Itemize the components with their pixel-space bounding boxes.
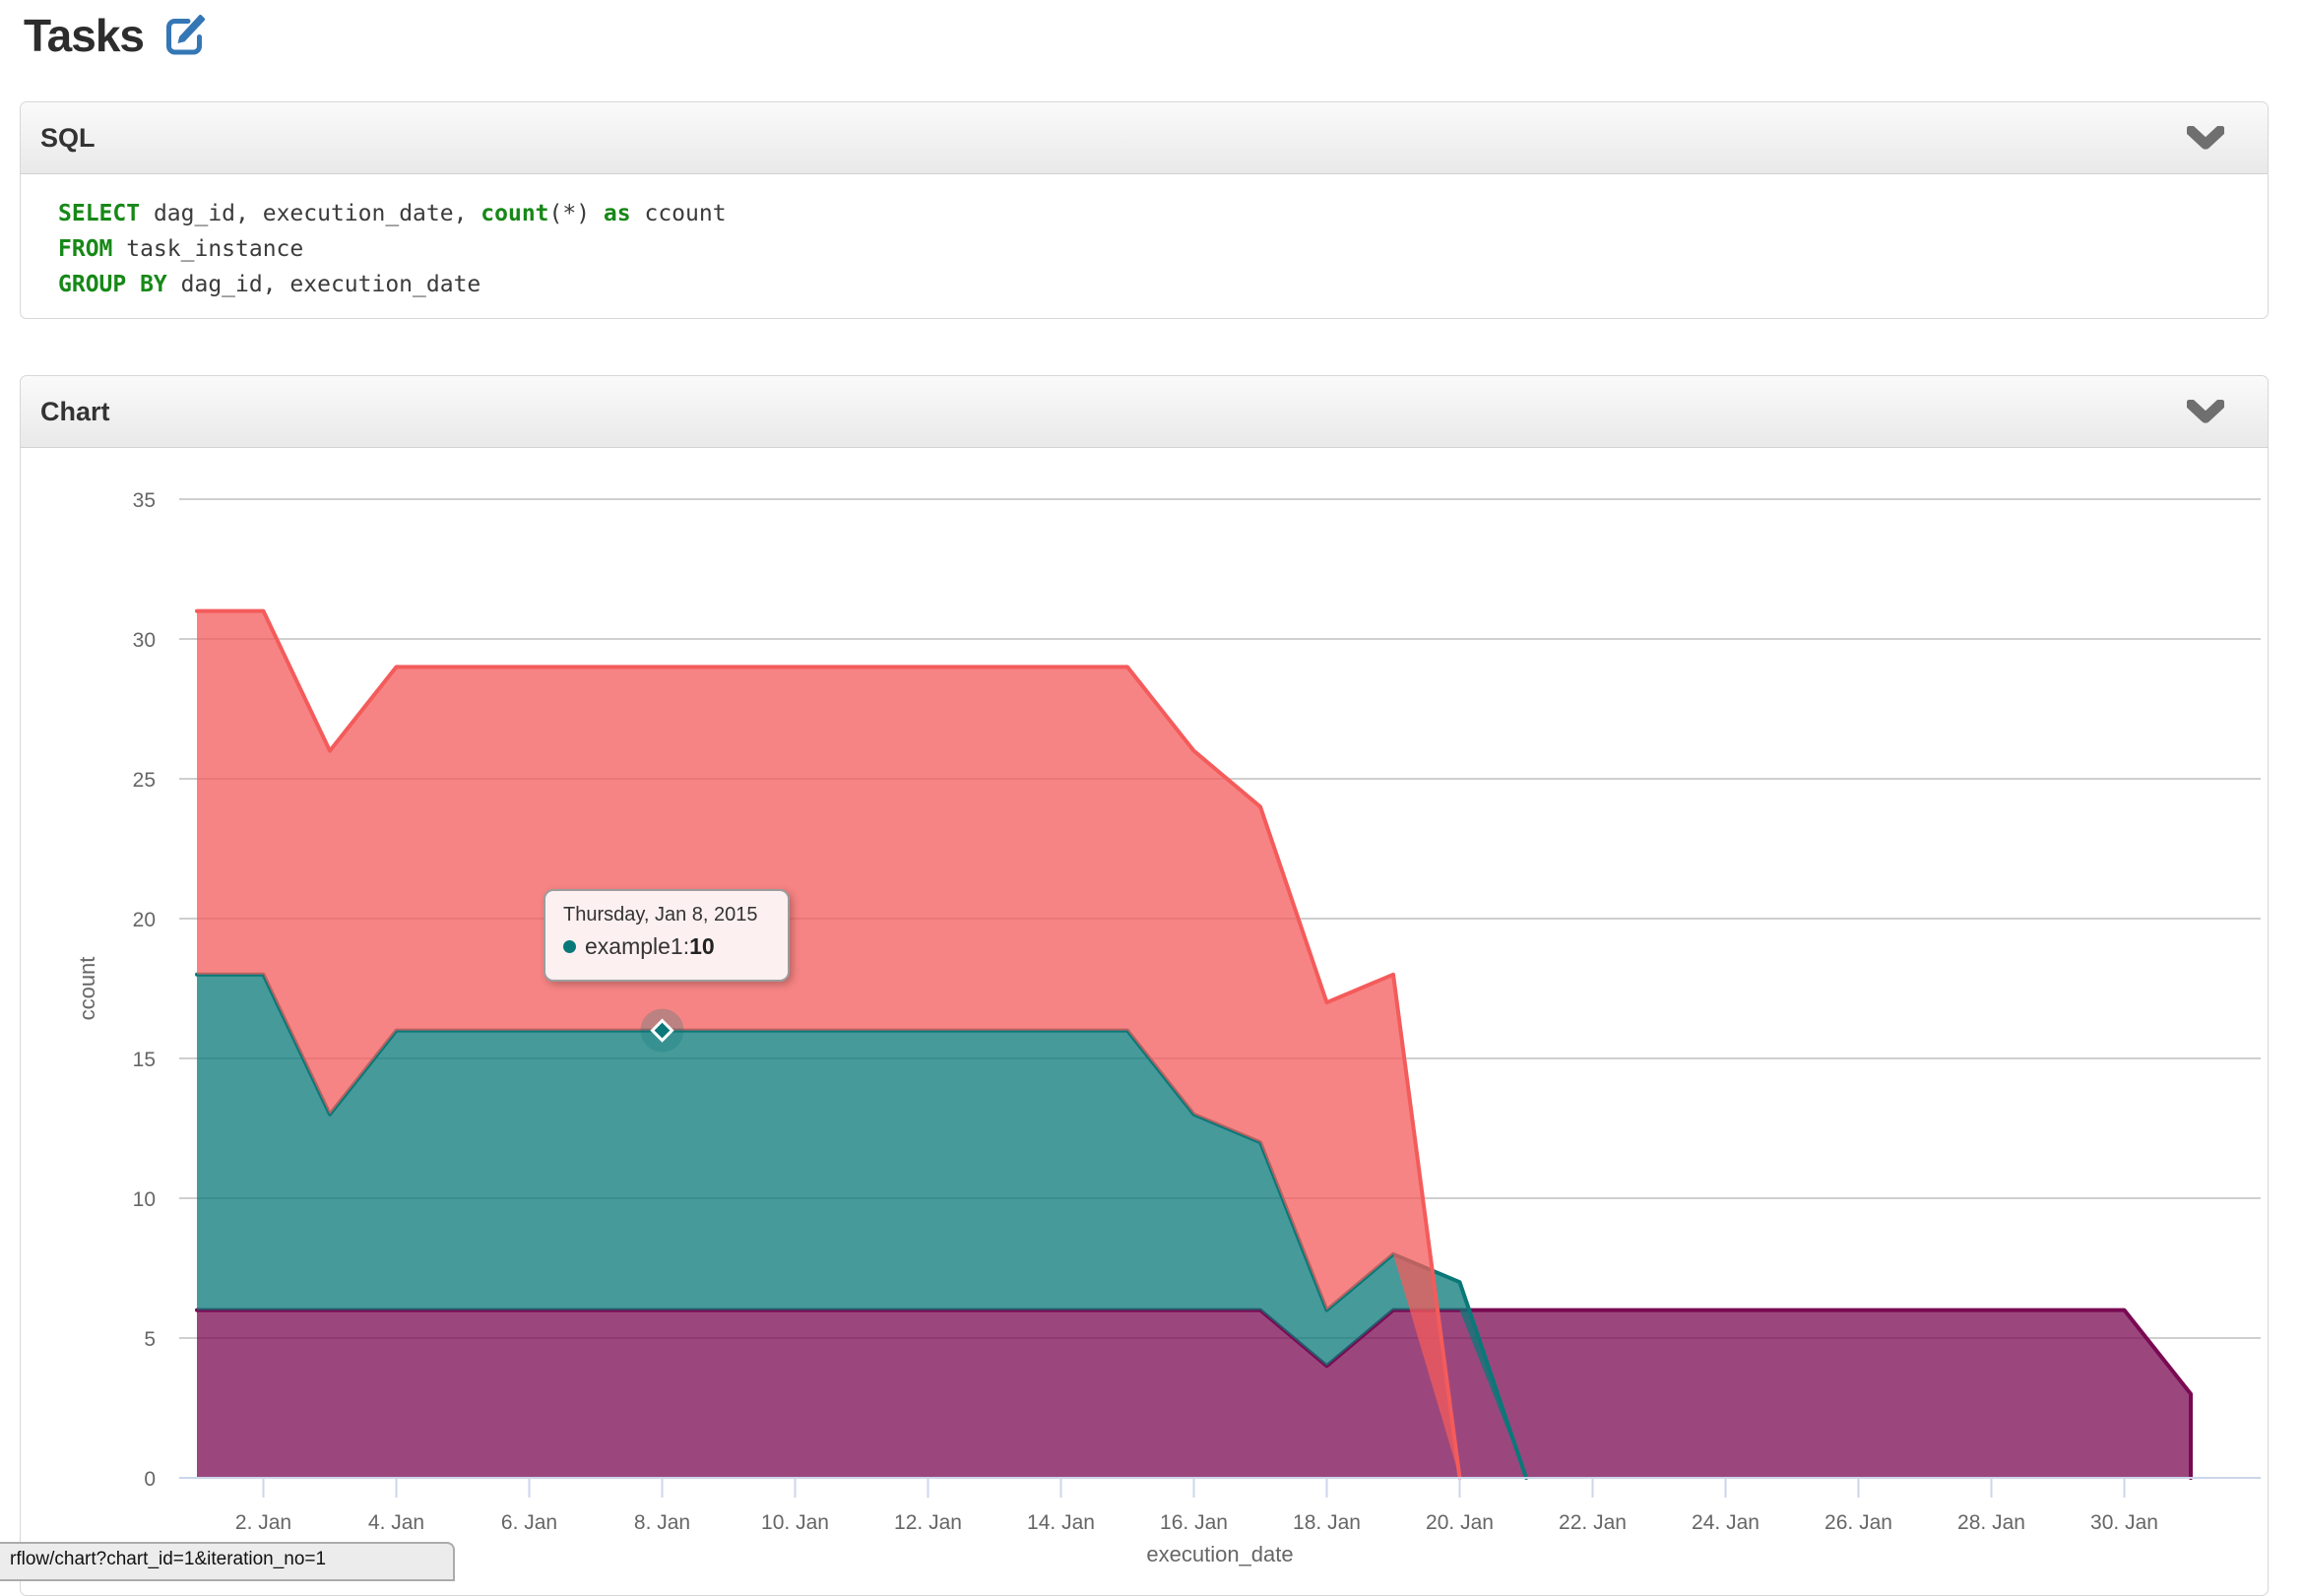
y-tick-label: 5 bbox=[144, 1328, 156, 1351]
sql-code: SELECT dag_id, execution_date, count(*) … bbox=[21, 174, 2268, 302]
sql-panel-title: SQL bbox=[40, 123, 96, 154]
x-tick-label: 4. Jan bbox=[368, 1511, 424, 1534]
chart-panel-header[interactable]: Chart bbox=[21, 376, 2268, 448]
x-tick-label: 2. Jan bbox=[235, 1511, 291, 1534]
x-tick-label: 22. Jan bbox=[1559, 1511, 1627, 1534]
sql-panel: SQL SELECT dag_id, execution_date, count… bbox=[20, 101, 2269, 319]
chart-panel-title: Chart bbox=[40, 397, 110, 427]
x-tick-label: 24. Jan bbox=[1692, 1511, 1760, 1534]
y-axis-labels: 0 5 10 15 20 25 30 35 bbox=[133, 489, 156, 1491]
page-title: Tasks bbox=[24, 9, 144, 62]
series-group bbox=[197, 611, 2191, 1478]
tooltip-date: Thursday, Jan 8, 2015 bbox=[563, 904, 774, 926]
y-axis-title: ccount bbox=[75, 957, 99, 1021]
x-tick-label: 6. Jan bbox=[501, 1511, 557, 1534]
y-tick-label: 15 bbox=[133, 1049, 156, 1071]
x-tick-label: 8. Jan bbox=[634, 1511, 690, 1534]
x-tick-label: 18. Jan bbox=[1293, 1511, 1361, 1534]
x-tick-label: 28. Jan bbox=[1957, 1511, 2025, 1534]
series-purple[interactable] bbox=[197, 1310, 2191, 1478]
series-bullet-icon bbox=[563, 940, 576, 953]
x-tick-label: 16. Jan bbox=[1160, 1511, 1228, 1534]
chevron-down-icon[interactable] bbox=[2187, 126, 2224, 150]
tooltip-value: 10 bbox=[689, 933, 715, 960]
x-tick-label: 26. Jan bbox=[1824, 1511, 1892, 1534]
hover-point-marker bbox=[641, 1009, 684, 1053]
x-tick-label: 14. Jan bbox=[1027, 1511, 1095, 1534]
sql-panel-header[interactable]: SQL bbox=[21, 102, 2268, 174]
page-header: Tasks bbox=[24, 8, 2304, 63]
tooltip-series-row: example1 : 10 bbox=[563, 933, 774, 960]
x-tick-label: 10. Jan bbox=[761, 1511, 829, 1534]
x-tick-label: 30. Jan bbox=[2090, 1511, 2158, 1534]
x-tick-label: 20. Jan bbox=[1426, 1511, 1494, 1534]
y-tick-label: 25 bbox=[133, 769, 156, 792]
y-tick-label: 0 bbox=[144, 1468, 156, 1491]
y-tick-label: 20 bbox=[133, 909, 156, 931]
chevron-down-icon[interactable] bbox=[2187, 400, 2224, 423]
y-tick-label: 35 bbox=[133, 489, 156, 512]
x-axis-title: execution_date bbox=[1146, 1542, 1293, 1566]
edit-pencil-square-icon[interactable] bbox=[163, 12, 209, 62]
tasks-area-chart[interactable]: 2. Jan 4. Jan 6. Jan 8. Jan 10. Jan 12. Jan 14… bbox=[21, 448, 2268, 1566]
status-bar-url: rflow/chart?chart_id=1&iteration_no=1 bbox=[0, 1542, 455, 1581]
tooltip-series-label: example1 bbox=[585, 933, 683, 960]
chart-tooltip: Thursday, Jan 8, 2015 example1 : 10 bbox=[544, 889, 790, 982]
y-tick-label: 10 bbox=[133, 1188, 156, 1211]
x-tick-label: 12. Jan bbox=[894, 1511, 962, 1534]
y-tick-label: 30 bbox=[133, 629, 156, 652]
chart-panel: Chart 2. Jan 4. Jan 6. Jan 8. Jan 10. Jan 12.… bbox=[20, 375, 2269, 1596]
x-axis: 2. Jan 4. Jan 6. Jan 8. Jan 10. Jan 12. Jan 14… bbox=[179, 1478, 2261, 1534]
